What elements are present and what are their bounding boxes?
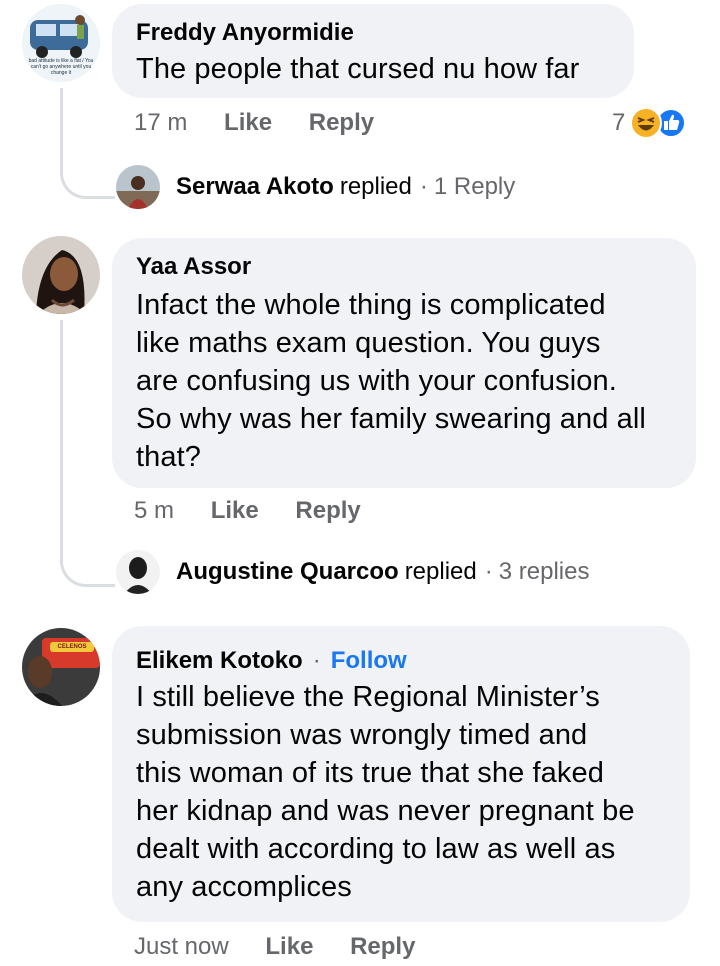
reaction-count: 7 bbox=[612, 109, 626, 136]
avatar-augustine bbox=[116, 550, 160, 594]
comment-text: The people that cursed nu how far bbox=[136, 53, 580, 85]
replies-row[interactable]: Serwaa Akoto replied · 1 Reply bbox=[116, 165, 515, 209]
thread-line bbox=[60, 88, 115, 199]
reply-button[interactable]: Reply bbox=[350, 933, 415, 960]
comment-author[interactable]: Elikem Kotoko bbox=[136, 646, 303, 676]
comment-text: Infact the whole thing is complicated li… bbox=[136, 286, 696, 476]
replier-name[interactable]: Serwaa Akoto bbox=[176, 172, 334, 202]
comment-text-line: her kidnap and was never pregnant be bbox=[136, 795, 635, 827]
like-button[interactable]: Like bbox=[224, 109, 272, 136]
reactions-summary[interactable]: 7 bbox=[612, 105, 687, 141]
comment-text-line: dealt with according to law as well as bbox=[136, 833, 616, 865]
comment-meta: Just now Like Reply bbox=[134, 932, 694, 962]
reply-button[interactable]: Reply bbox=[295, 497, 360, 524]
comment-author[interactable]: Yaa Assor bbox=[136, 252, 696, 282]
thread-line bbox=[60, 320, 115, 587]
comment-text-line: submission was wrongly timed and bbox=[136, 719, 588, 751]
avatar-elikem[interactable]: CELENOS bbox=[22, 628, 100, 706]
like-button[interactable]: Like bbox=[265, 933, 313, 960]
avatar-caption: CELENOS bbox=[57, 644, 87, 650]
comment-author[interactable]: Freddy Anyormidie bbox=[136, 18, 634, 48]
comment-text-line: I still believe the Regional Minister’s bbox=[136, 681, 600, 713]
replies-count[interactable]: 3 replies bbox=[499, 557, 590, 587]
comment-text-line: are confusing us with your confusion. bbox=[136, 365, 617, 397]
comment-meta: 5 m Like Reply bbox=[134, 496, 694, 526]
comment-text: I still believe the Regional Minister’s … bbox=[136, 678, 690, 906]
comment-text-line: that? bbox=[136, 441, 201, 473]
replied-verb: replied bbox=[404, 558, 477, 585]
comment-time[interactable]: 5 m bbox=[134, 497, 174, 524]
separator-dot: · bbox=[419, 173, 428, 200]
separator-dot: · bbox=[312, 647, 321, 674]
comment-text-line: this woman of its true that she faked bbox=[136, 757, 604, 789]
like-button[interactable]: Like bbox=[211, 497, 259, 524]
avatar-freddy[interactable]: bad attitude is like a flat / You can't … bbox=[22, 4, 100, 82]
comment-text-line: like maths exam question. You guys bbox=[136, 327, 601, 359]
comment-bubble: Freddy Anyormidie The people that cursed… bbox=[112, 4, 634, 98]
comment-time[interactable]: Just now bbox=[134, 933, 229, 960]
comment-text-line: Infact the whole thing is complicated bbox=[136, 289, 606, 321]
comment-time[interactable]: 17 m bbox=[134, 109, 187, 136]
avatar-caption: bad attitude is like a flat / You can't … bbox=[28, 58, 94, 76]
comment-bubble: Yaa Assor Infact the whole thing is comp… bbox=[112, 238, 696, 488]
replied-verb: replied bbox=[339, 173, 412, 200]
follow-button[interactable]: Follow bbox=[331, 647, 407, 675]
separator-dot: · bbox=[484, 558, 493, 585]
haha-icon bbox=[630, 107, 663, 139]
avatar-yaa[interactable] bbox=[22, 236, 100, 314]
reply-button[interactable]: Reply bbox=[309, 109, 374, 136]
comment-text-line: any accomplices bbox=[136, 871, 352, 903]
comment-meta: 17 m Like Reply bbox=[134, 108, 694, 138]
replier-name[interactable]: Augustine Quarcoo bbox=[176, 557, 399, 587]
avatar-serwaa bbox=[116, 165, 160, 209]
comment-text-line: So why was her family swearing and all bbox=[136, 403, 646, 435]
replies-row[interactable]: Augustine Quarcoo replied · 3 replies bbox=[116, 550, 589, 594]
replies-count[interactable]: 1 Reply bbox=[434, 172, 515, 202]
comment-bubble: Elikem Kotoko · Follow I still believe t… bbox=[112, 626, 690, 922]
